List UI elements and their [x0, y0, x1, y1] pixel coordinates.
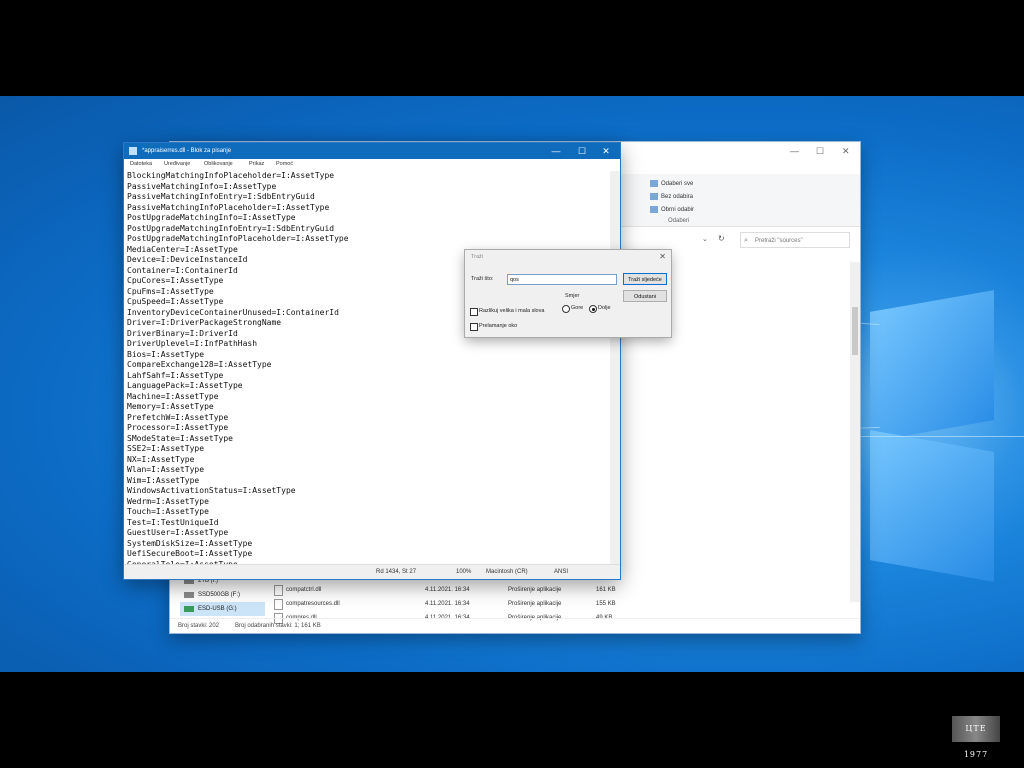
nav-item-drive[interactable]: SSD500GB (F:) — [180, 588, 265, 602]
text-line: GuestUser=I:AssetType — [127, 528, 229, 537]
find-next-button[interactable]: Traži sljedeće — [623, 273, 667, 285]
menu-view[interactable]: Prikaz — [249, 161, 264, 167]
explorer-ribbon: Odaberi sve Bez odabira Obrni odabir Oda… — [620, 174, 860, 227]
explorer-statusbar: Broj stavki: 202 Broj odabranih stavki: … — [170, 618, 860, 633]
file-row[interactable]: compatctrl.dll 4.11.2021. 16:34 Proširen… — [270, 583, 845, 597]
menu-format[interactable]: Oblikovanje — [204, 161, 233, 167]
windows-logo-pane — [870, 430, 994, 582]
search-input[interactable]: ⌕ Pretraži "sources" — [740, 232, 850, 248]
file-icon — [274, 585, 283, 596]
direction-down-label: Dolje — [598, 305, 611, 311]
select-all-button[interactable]: Odaberi sve — [650, 180, 693, 187]
text-line: PostUpgradeMatchingInfoPlaceholder=I:Ass… — [127, 234, 349, 243]
text-line: PrefetchW=I:AssetType — [127, 412, 229, 422]
close-icon[interactable]: ✕ — [842, 146, 850, 157]
menu-file[interactable]: Datoteka — [130, 161, 152, 167]
select-all-icon — [650, 180, 658, 187]
vertical-scrollbar[interactable] — [610, 171, 620, 565]
file-icon — [274, 599, 283, 610]
text-line: SSE2=I:AssetType — [127, 444, 205, 453]
cursor-position: Rd 1434, St 27 — [376, 569, 417, 575]
text-line: SModeState=I:AssetType — [127, 433, 233, 443]
chevron-down-icon[interactable]: ⌄ — [702, 235, 708, 243]
direction-down-radio[interactable] — [589, 305, 597, 313]
drive-icon — [184, 592, 194, 598]
channel-logo-watermark: ЦТЕ 1977 — [952, 716, 1000, 759]
text-line: WindowsActivationStatus=I:AssetType — [127, 486, 296, 495]
invert-selection-button[interactable]: Obrni odabir — [650, 206, 694, 213]
menu-bar: Datoteka Uređivanje Oblikovanje Prikaz P… — [124, 159, 620, 171]
text-line: PostUpgradeMatchingInfo=I:AssetType — [127, 213, 296, 222]
minimize-icon[interactable]: — — [544, 143, 568, 159]
text-line: UefiSecureBoot=I:AssetType — [127, 549, 253, 558]
notepad-window[interactable]: *appraiserres.dll - Blok za pisanje — ☐ … — [124, 143, 620, 579]
search-icon: ⌕ — [744, 237, 748, 244]
text-line: Machine=I:AssetType — [127, 391, 219, 401]
notepad-titlebar[interactable]: *appraiserres.dll - Blok za pisanje — ☐ … — [124, 143, 620, 159]
text-line: Bios=I:AssetType — [127, 349, 205, 359]
text-line: SystemDiskSize=I:AssetType — [127, 538, 253, 548]
dialog-title: Traži — [471, 254, 484, 260]
match-case-label: Razlikuj velika i mala slova — [479, 308, 545, 314]
nav-item-drive-selected[interactable]: ESD-USB (G:) — [180, 602, 265, 616]
wrap-around-label: Prelamanje oko — [479, 323, 518, 329]
close-icon[interactable]: ✕ — [659, 252, 666, 261]
file-row[interactable]: compatresources.dll 4.11.2021. 16:34 Pro… — [270, 597, 845, 611]
text-line: Wedrm=I:AssetType — [127, 496, 209, 506]
text-line: PassiveMatchingInfo=I:AssetType — [127, 181, 277, 191]
line-ending: Macintosh (CR) — [486, 569, 528, 575]
direction-up-radio[interactable] — [562, 305, 570, 313]
select-none-button[interactable]: Bez odabira — [650, 193, 693, 200]
menu-help[interactable]: Pomoć — [276, 161, 293, 167]
text-line: LanguagePack=I:AssetType — [127, 381, 243, 390]
text-editor-area[interactable]: BlockingMatchingInfoPlaceholder=I:AssetT… — [127, 171, 607, 565]
text-line: BlockingMatchingInfoPlaceholder=I:AssetT… — [127, 171, 335, 180]
zoom-level: 100% — [456, 569, 472, 575]
explorer-scrollbar-thumb[interactable] — [852, 307, 858, 355]
light-beam — [860, 436, 1024, 437]
maximize-icon[interactable]: ☐ — [570, 143, 594, 159]
ribbon-group-label: Odaberi — [668, 218, 690, 224]
maximize-icon[interactable]: ☐ — [816, 146, 824, 157]
find-what-label: Traži što: — [471, 276, 494, 282]
text-line: PassiveMatchingInfoPlaceholder=I:AssetTy… — [127, 202, 330, 212]
direction-label: Smjer — [565, 293, 580, 299]
select-none-icon — [650, 193, 658, 200]
invert-selection-icon — [650, 206, 658, 213]
text-line: LahfSahf=I:AssetType — [127, 370, 224, 380]
text-line: Memory=I:AssetType — [127, 402, 214, 411]
text-line: DriverUplevel=I:InfPathHash — [127, 339, 258, 348]
wrap-around-checkbox[interactable] — [470, 323, 478, 331]
usb-drive-icon — [184, 606, 194, 612]
notepad-statusbar: Rd 1434, St 27 100% Macintosh (CR) ANSI — [124, 564, 620, 579]
text-line: PassiveMatchingInfoEntry=I:SdbEntryGuid — [127, 192, 315, 201]
text-line: PostUpgradeMatchingInfoEntry=I:SdbEntryG… — [127, 223, 335, 233]
direction-up-label: Gore — [571, 305, 584, 311]
text-line: CompareExchange128=I:AssetType — [127, 360, 272, 369]
text-line: NX=I:AssetType — [127, 454, 195, 464]
text-line: Test=I:TestUniqueId — [127, 517, 219, 527]
find-dialog[interactable]: Traži ✕ Traži što: qos Traži sljedeće Od… — [465, 250, 671, 337]
notepad-icon — [129, 147, 137, 155]
text-line: Wim=I:AssetType — [127, 475, 200, 485]
text-line: Processor=I:AssetType — [127, 423, 229, 432]
windows-logo-pane — [870, 290, 994, 442]
encoding: ANSI — [554, 569, 569, 575]
refresh-icon[interactable]: ↻ — [718, 234, 725, 243]
text-line: Wlan=I:AssetType — [127, 465, 205, 474]
cancel-button[interactable]: Odustani — [623, 290, 667, 302]
close-icon[interactable]: ✕ — [594, 143, 618, 159]
find-what-input[interactable]: qos — [507, 274, 617, 285]
menu-edit[interactable]: Uređivanje — [164, 161, 190, 167]
match-case-checkbox[interactable] — [470, 308, 478, 316]
text-line: Touch=I:AssetType — [127, 507, 209, 516]
window-title: *appraiserres.dll - Blok za pisanje — [142, 148, 232, 154]
minimize-icon[interactable]: — — [790, 146, 799, 156]
